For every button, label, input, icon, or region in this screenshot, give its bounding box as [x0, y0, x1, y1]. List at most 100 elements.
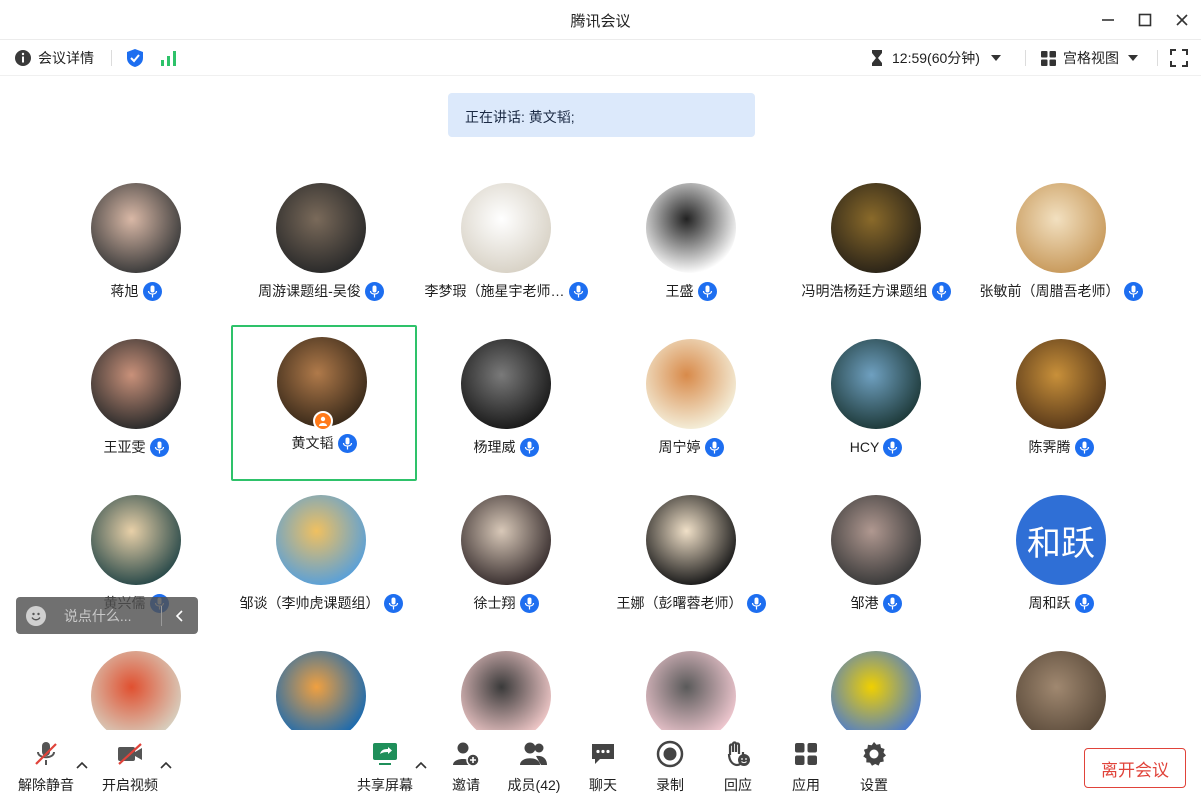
title-bar: 腾讯会议	[0, 0, 1201, 40]
participant-name: 张敏前（周腊吾老师）	[979, 283, 1120, 299]
network-signal[interactable]	[160, 40, 178, 76]
participant-name-row: 邹港	[783, 592, 969, 614]
share-screen-button[interactable]: 共享屏幕	[353, 740, 417, 796]
participant-name: 邹港	[850, 595, 879, 611]
smiley-icon	[31, 612, 41, 620]
share-options-button[interactable]	[414, 758, 428, 772]
participant-avatar	[461, 495, 551, 585]
participant-tile[interactable]: 王娜（彭曙蓉老师）	[598, 493, 784, 649]
participant-name: 蒋旭	[110, 283, 139, 299]
participant-avatar	[646, 339, 736, 429]
start-video-button[interactable]: 开启视频	[98, 740, 162, 796]
microphone-icon	[883, 437, 903, 457]
participant-tile[interactable]: 陈霁腾	[968, 337, 1154, 493]
unmute-label: 解除静音	[18, 777, 74, 793]
add-person-icon	[452, 740, 480, 768]
record-button[interactable]: 录制	[638, 740, 702, 796]
video-options-button[interactable]	[159, 758, 173, 772]
participant-name: 徐士翔	[473, 595, 516, 611]
participant-tile[interactable]: 王亚雯	[43, 337, 229, 493]
participant-tile[interactable]: 徐士翔	[413, 493, 599, 649]
meeting-timer[interactable]: 12:59(60分钟)	[870, 40, 1002, 76]
participant-avatar	[276, 651, 366, 741]
participant-tile[interactable]: 邹港	[783, 493, 969, 649]
microphone-icon	[746, 593, 766, 613]
microphone-icon	[1074, 437, 1094, 457]
maximize-button[interactable]	[1133, 8, 1157, 32]
participant-name: 周宁婷	[658, 439, 701, 455]
close-button[interactable]	[1170, 8, 1194, 32]
participant-name-row: 周和跃	[968, 592, 1154, 614]
participant-name-row: HCY	[783, 436, 969, 458]
participant-avatar	[91, 339, 181, 429]
hourglass-icon	[872, 50, 882, 66]
participant-avatar	[276, 183, 366, 273]
info-icon	[15, 50, 31, 66]
view-mode-label: 宫格视图	[1063, 50, 1119, 66]
settings-button[interactable]: 设置	[842, 740, 906, 796]
camera-off-icon	[116, 740, 144, 768]
microphone-icon	[1123, 281, 1143, 301]
participant-name: 杨理威	[473, 439, 516, 455]
shield-check-icon	[127, 49, 143, 67]
participant-tile[interactable]: 张敏前（周腊吾老师）	[968, 181, 1154, 337]
participant-tile[interactable]: 冯明浩杨廷方课题组	[783, 181, 969, 337]
divider	[1157, 50, 1158, 66]
participant-tile[interactable]: 李梦瑕（施星宇老师…	[413, 181, 599, 337]
minimize-button[interactable]	[1096, 8, 1120, 32]
participant-tile[interactable]: HCY	[783, 337, 969, 493]
participant-name: 邹谈（李帅虎课题组）	[239, 595, 380, 611]
chat-button[interactable]: 聊天	[571, 740, 635, 796]
meeting-details-button[interactable]: 会议详情	[14, 40, 94, 76]
participant-tile[interactable]: 王盛	[598, 181, 784, 337]
participant-tile[interactable]: 和跃 周和跃	[968, 493, 1154, 649]
microphone-icon	[704, 437, 724, 457]
chevron-down-icon	[1128, 55, 1138, 61]
settings-label: 设置	[860, 777, 888, 793]
participant-tile[interactable]: 周宁婷	[598, 337, 784, 493]
microphone-icon	[931, 281, 951, 301]
participant-avatar	[646, 651, 736, 741]
participant-avatar	[91, 495, 181, 585]
leave-meeting-button[interactable]: 离开会议	[1084, 748, 1186, 788]
participant-name: 王亚雯	[103, 439, 146, 455]
participant-tile[interactable]: 邹谈（李帅虎课题组）	[228, 493, 414, 649]
participant-name-row: 周宁婷	[598, 436, 784, 458]
unmute-button[interactable]: 解除静音	[14, 740, 78, 796]
participant-name: 王娜（彭曙蓉老师）	[616, 595, 743, 611]
divider	[1025, 50, 1026, 66]
participant-tile[interactable]: 杨理威	[413, 337, 599, 493]
chat-quick-input[interactable]: 说点什么...	[16, 597, 198, 634]
react-button[interactable]: 回应	[706, 740, 770, 796]
participant-name-row: 周游课题组-吴俊	[228, 280, 414, 302]
fullscreen-button[interactable]	[1170, 40, 1188, 76]
fullscreen-icon	[1170, 49, 1188, 67]
timer-text: 12:59(60分钟)	[892, 50, 980, 66]
view-mode-selector[interactable]: 宫格视图	[1040, 40, 1139, 76]
participant-name-row: 李梦瑕（施星宇老师…	[413, 280, 599, 302]
collapse-chat-button[interactable]	[162, 609, 198, 622]
participant-avatar	[276, 495, 366, 585]
person-icon	[319, 416, 327, 426]
participant-avatar	[1016, 183, 1106, 273]
participant-avatar	[461, 183, 551, 273]
participant-name: 李梦瑕（施星宇老师…	[424, 283, 565, 299]
chevron-up-icon	[160, 761, 172, 769]
apps-label: 应用	[792, 777, 820, 793]
audio-options-button[interactable]	[75, 758, 89, 772]
microphone-icon	[142, 281, 162, 301]
participant-name-row: 王盛	[598, 280, 784, 302]
meeting-window: 腾讯会议 会议详情 12:59(60分钟) 宫格视图 正在讲话: 黄文韬; 蒋旭…	[0, 0, 1201, 799]
members-button[interactable]: 成员(42)	[502, 740, 566, 796]
participant-tile[interactable]: 蒋旭	[43, 181, 229, 337]
chevron-up-icon	[76, 761, 88, 769]
chat-input-placeholder[interactable]: 说点什么...	[64, 606, 155, 626]
participant-tile[interactable]: 周游课题组-吴俊	[228, 181, 414, 337]
emoji-button[interactable]	[26, 605, 46, 626]
invite-button[interactable]: 邀请	[434, 740, 498, 796]
participant-name: HCY	[849, 439, 880, 455]
apps-button[interactable]: 应用	[774, 740, 838, 796]
participant-avatar	[91, 651, 181, 741]
participant-tile[interactable]: 黄文韬	[231, 325, 417, 481]
security-shield[interactable]	[125, 40, 145, 76]
